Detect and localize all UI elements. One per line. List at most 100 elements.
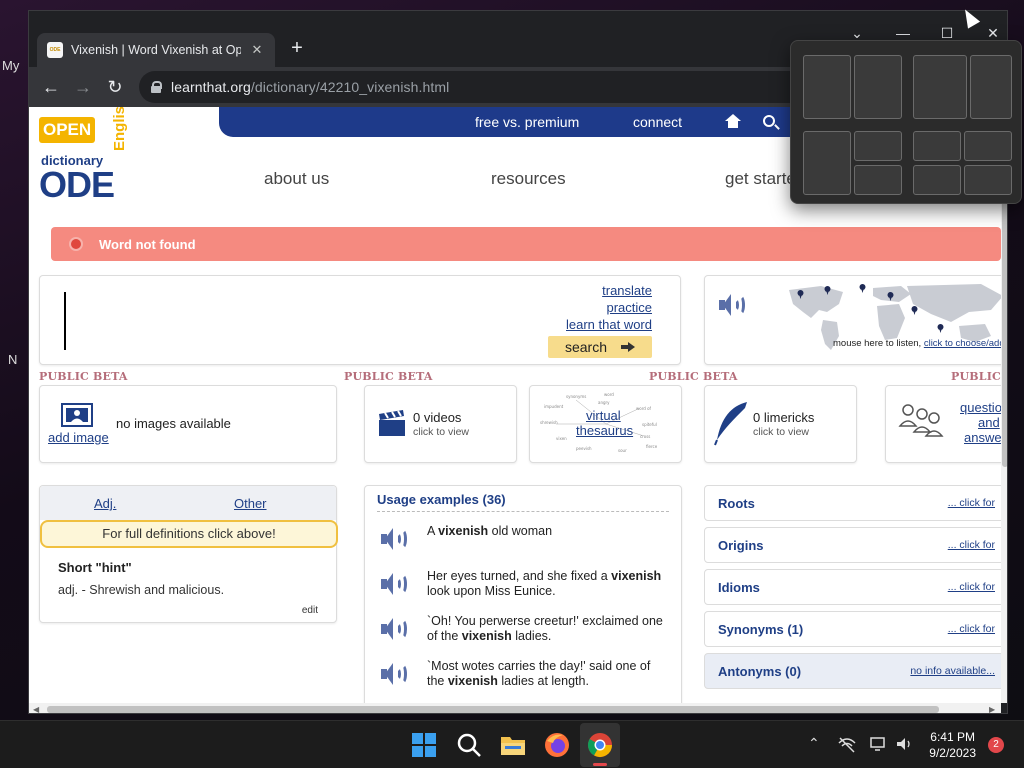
learn-that-word-link[interactable]: learn that word <box>566 316 652 333</box>
limericks-card[interactable]: 0 limericks click to view <box>704 385 857 463</box>
public-beta-label: PUBLIC BETA <box>39 370 128 383</box>
address-bar[interactable]: learnthat.org/dictionary/42210_vixenish.… <box>139 71 839 103</box>
search-button[interactable]: search <box>548 336 652 358</box>
network-icon[interactable] <box>838 737 856 753</box>
usage-example-text: Her eyes turned, and she fixed a vixenis… <box>427 569 662 598</box>
public-beta-label: PUBLIC BETA <box>344 370 433 383</box>
svg-text:word of: word of <box>636 406 652 411</box>
clock-date: 9/2/2023 <box>929 746 976 760</box>
volume-icon[interactable] <box>895 736 913 752</box>
notification-badge[interactable]: 2 <box>988 737 1004 753</box>
new-tab-button[interactable]: + <box>285 37 309 61</box>
questions-link-line2[interactable]: and <box>978 415 1000 430</box>
logo-ode: ODE <box>39 164 115 205</box>
images-card[interactable]: add image no images available <box>39 385 337 463</box>
connect-link[interactable]: connect <box>633 114 682 130</box>
side-section-label: Origins <box>718 538 764 553</box>
snap-zone[interactable] <box>854 55 902 119</box>
side-section-roots[interactable]: Roots ... click for <box>704 485 1001 521</box>
videos-count: 0 videos <box>413 410 462 425</box>
firefox-icon[interactable] <box>543 731 571 759</box>
questions-link-line3[interactable]: answers <box>964 430 1001 445</box>
virtual-thesaurus-link-line2[interactable]: thesaurus <box>576 423 633 438</box>
full-definitions-notice[interactable]: For full definitions click above! <box>40 520 338 548</box>
quill-icon <box>714 402 747 446</box>
speaker-icon[interactable] <box>381 526 407 552</box>
site-logo[interactable]: OPEN dictionary ODE English <box>39 107 135 205</box>
add-image-link[interactable]: add image <box>48 430 109 445</box>
lock-icon[interactable] <box>151 81 162 93</box>
speaker-icon[interactable] <box>381 571 407 597</box>
chrome-icon[interactable] <box>586 731 614 759</box>
snap-zone[interactable] <box>913 165 961 195</box>
system-clock[interactable]: 6:41 PM 9/2/2023 <box>929 729 976 761</box>
scroll-left-icon[interactable]: ◀ <box>33 705 39 713</box>
image-icon <box>61 403 93 427</box>
snap-zone[interactable] <box>913 55 967 119</box>
nav-resources[interactable]: resources <box>491 169 566 189</box>
map-caption: mouse here to listen, click to choose/ad… <box>833 338 1001 349</box>
videos-card[interactable]: 0 videos click to view <box>364 385 517 463</box>
side-section-synonyms[interactable]: Synonyms (1) ... click for <box>704 611 1001 647</box>
search-icon[interactable] <box>455 731 483 759</box>
browser-tab[interactable]: ODE Vixenish | Word Vixenish at OpenEngl… <box>37 33 275 67</box>
free-vs-premium-link[interactable]: free vs. premium <box>475 114 579 130</box>
virtual-thesaurus-link-line1[interactable]: virtual <box>586 408 621 423</box>
svg-text:peevish: peevish <box>576 446 592 451</box>
side-section-link[interactable]: no info available... <box>910 665 995 677</box>
usage-example-text: `Most wotes carries the day!' said one o… <box>427 659 651 688</box>
tab-other[interactable]: Other <box>234 496 267 511</box>
search-icon[interactable] <box>763 115 775 127</box>
horizontal-scrollbar[interactable]: ◀ ▶ <box>29 703 1001 713</box>
start-icon[interactable] <box>410 731 438 759</box>
scroll-right-icon[interactable]: ▶ <box>989 705 995 713</box>
side-section-link[interactable]: ... click for <box>948 581 995 593</box>
snap-zone[interactable] <box>964 165 1012 195</box>
side-section-link[interactable]: ... click for <box>948 623 995 635</box>
tab-adj[interactable]: Adj. <box>94 496 116 511</box>
snap-zone[interactable] <box>803 55 851 119</box>
snap-zone[interactable] <box>970 55 1012 119</box>
snap-zone[interactable] <box>854 131 902 161</box>
snap-zone[interactable] <box>803 131 851 195</box>
thesaurus-card[interactable]: synonyms word impudent word of shrewish spit… <box>529 385 682 463</box>
side-section-link[interactable]: ... click for <box>948 539 995 551</box>
forward-arrow-icon[interactable]: → <box>71 75 95 99</box>
snap-zone[interactable] <box>913 131 961 161</box>
questions-card[interactable]: questions and answers <box>885 385 1001 463</box>
back-arrow-icon[interactable]: ← <box>39 75 63 99</box>
nav-about-us[interactable]: about us <box>264 169 329 189</box>
speaker-icon[interactable] <box>381 661 407 687</box>
side-section-link[interactable]: ... click for <box>948 497 995 509</box>
side-section-idioms[interactable]: Idioms ... click for <box>704 569 1001 605</box>
questions-link-line1[interactable]: questions <box>960 400 1001 415</box>
choose-add-link[interactable]: click to choose/add <box>924 338 1001 349</box>
svg-text:fierce: fierce <box>646 444 658 449</box>
svg-text:angry: angry <box>598 400 610 405</box>
alert-text: Word not found <box>99 236 196 252</box>
side-section-label: Synonyms (1) <box>718 622 804 637</box>
taskbar: ⌃ 6:41 PM 9/2/2023 2 <box>0 720 1024 768</box>
side-section-antonyms[interactable]: Antonyms (0) no info available... <box>704 653 1001 689</box>
logo-open: OPEN <box>39 117 96 143</box>
minimize-button[interactable]: — <box>891 25 915 41</box>
hint-title: Short "hint" <box>58 560 132 575</box>
practice-link[interactable]: practice <box>566 299 652 316</box>
edit-link[interactable]: edit <box>302 605 318 616</box>
reload-icon[interactable]: ↻ <box>103 75 127 99</box>
svg-text:vixen: vixen <box>556 436 567 441</box>
display-icon[interactable] <box>870 736 888 752</box>
file-explorer-icon[interactable] <box>499 731 527 759</box>
snap-zone[interactable] <box>964 131 1012 161</box>
translate-link[interactable]: translate <box>566 282 652 299</box>
home-icon[interactable] <box>725 114 741 128</box>
close-tab-icon[interactable]: ✕ <box>249 42 265 58</box>
chevron-up-icon[interactable]: ⌃ <box>808 735 820 752</box>
speaker-icon[interactable] <box>719 292 745 318</box>
snap-zone[interactable] <box>854 165 902 195</box>
search-input[interactable] <box>64 292 66 350</box>
speaker-icon[interactable] <box>381 616 407 642</box>
snap-layouts-flyout <box>790 40 1022 204</box>
side-section-origins[interactable]: Origins ... click for <box>704 527 1001 563</box>
horizontal-scroll-thumb[interactable] <box>47 706 939 713</box>
